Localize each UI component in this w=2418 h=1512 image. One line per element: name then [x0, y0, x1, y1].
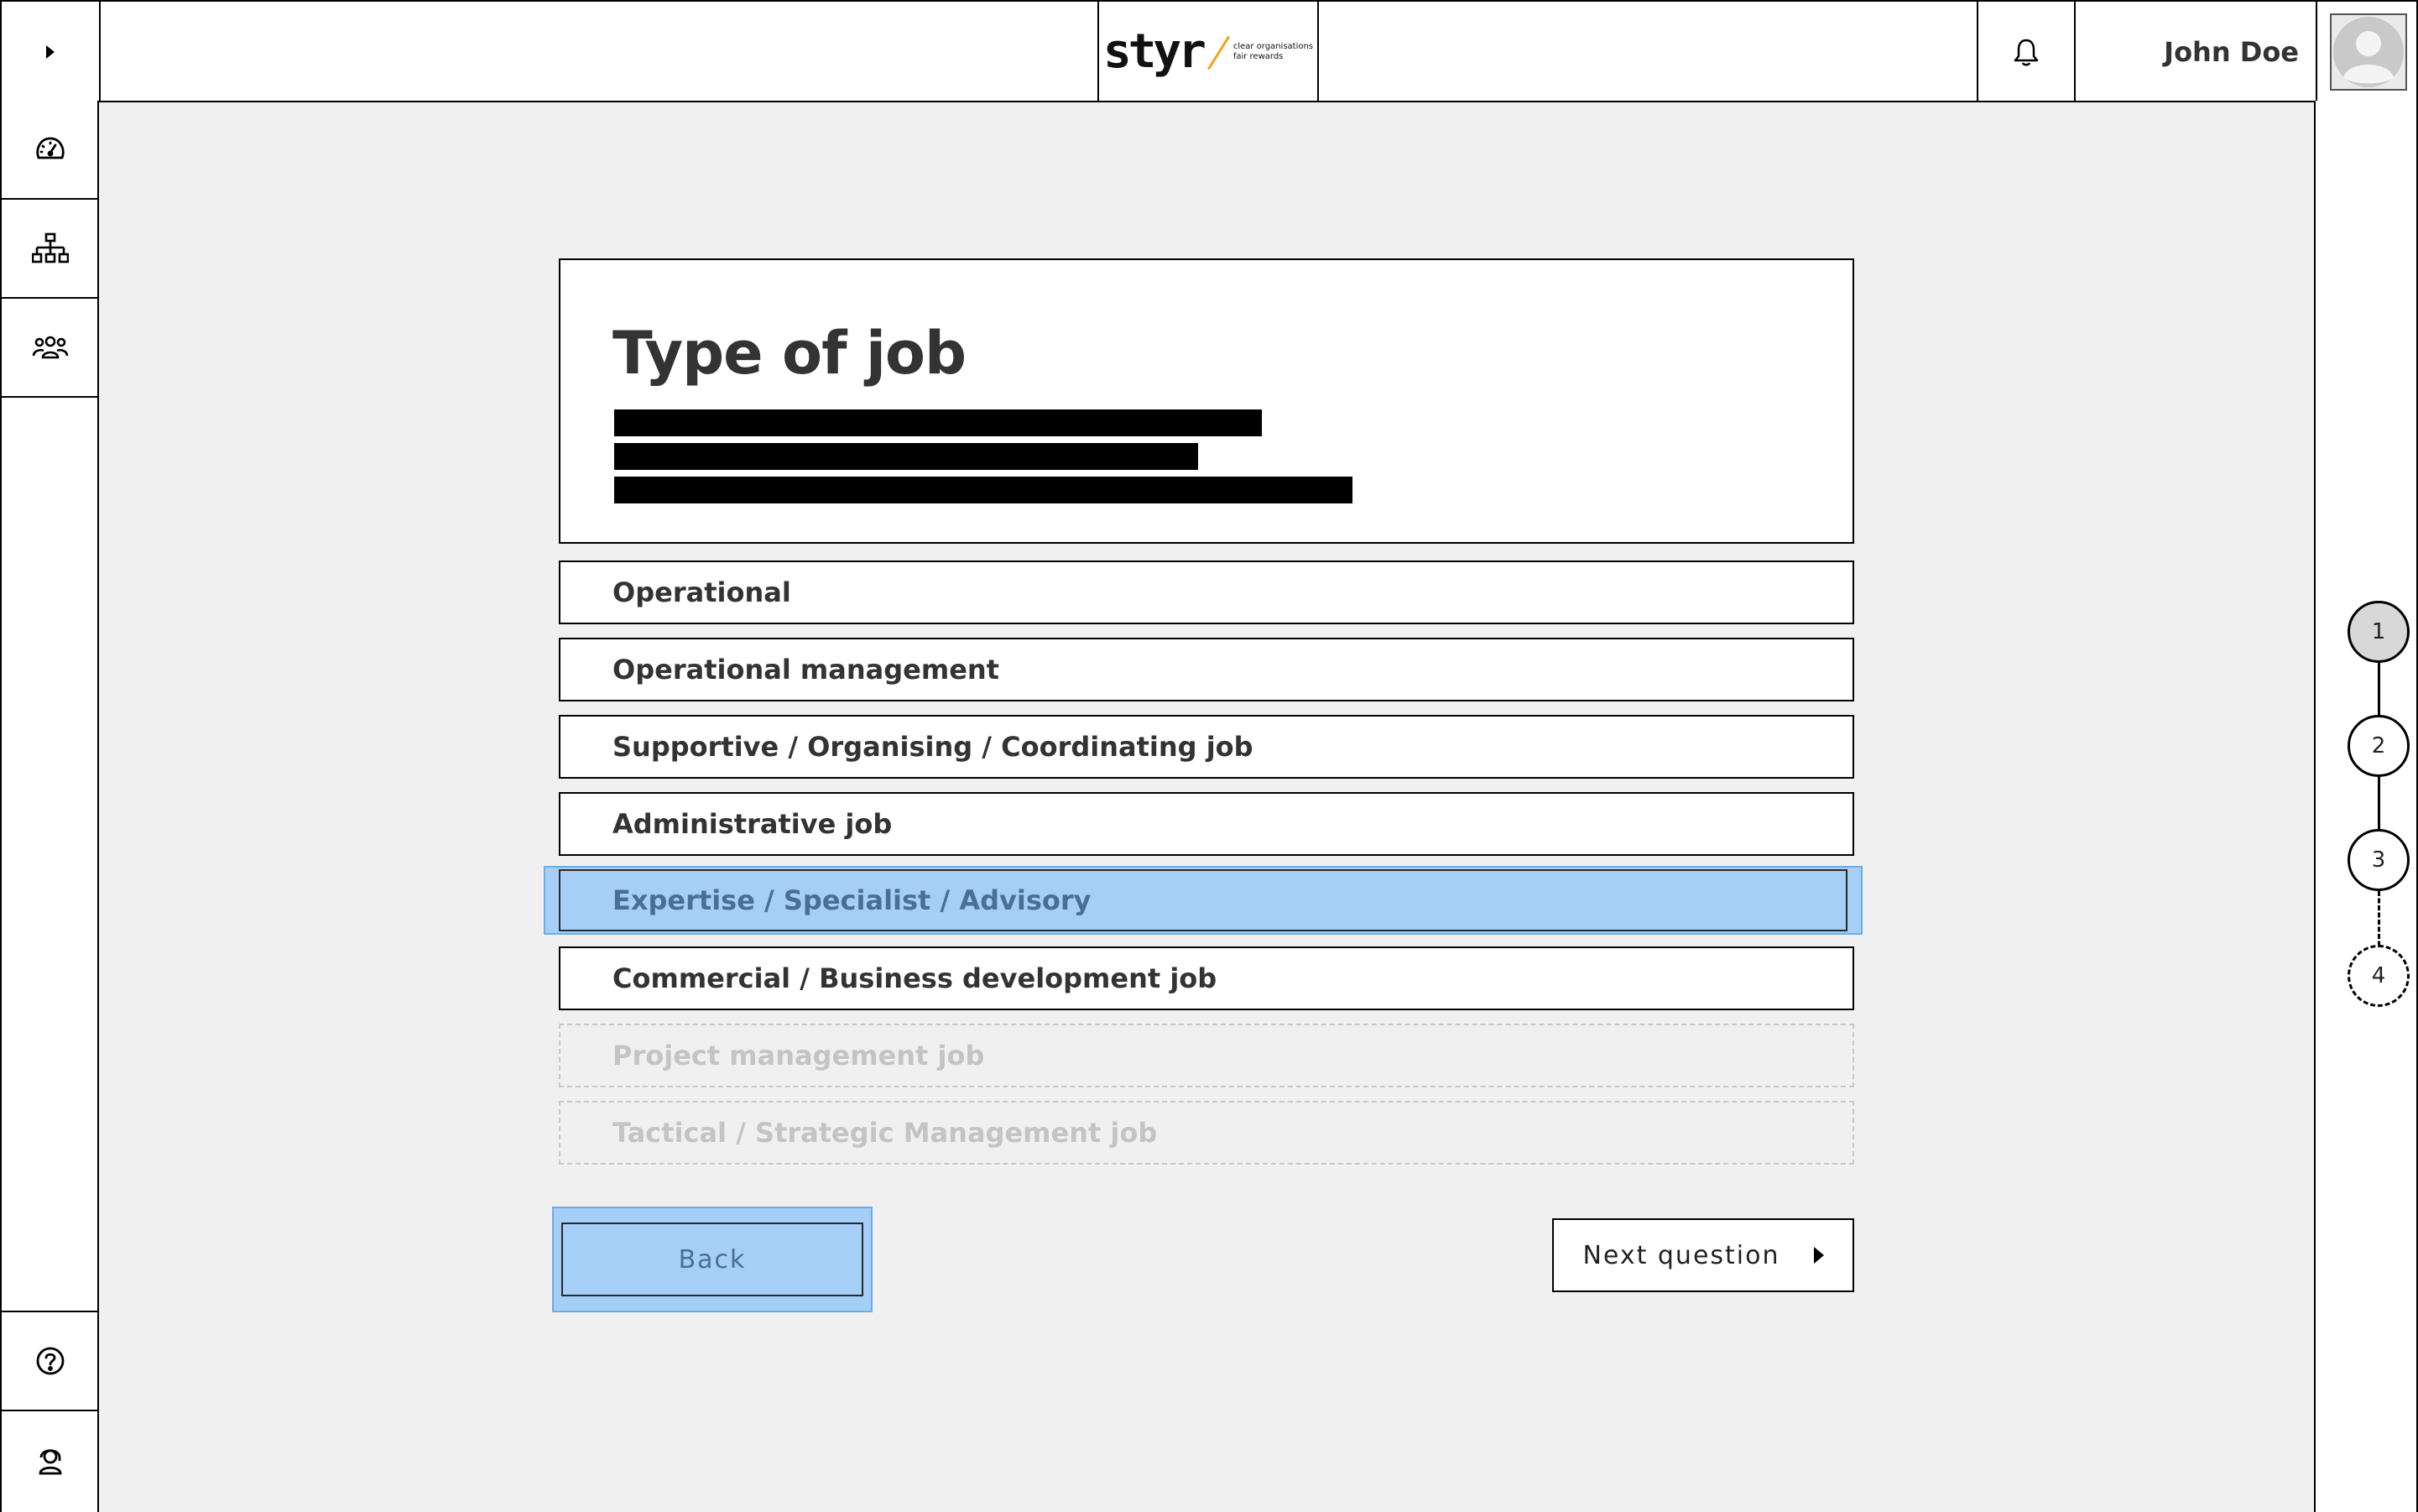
chevron-right-icon: [1813, 1247, 1824, 1264]
step-1[interactable]: 1: [2348, 601, 2410, 663]
sidebar-item-support[interactable]: [2, 1410, 99, 1509]
user-name[interactable]: John Doe: [2076, 2, 2316, 102]
redacted-description-line: [614, 477, 1352, 503]
expand-sidebar-button[interactable]: [2, 2, 101, 102]
top-bar: styr clear organisations fair rewards Jo…: [0, 0, 2418, 102]
next-question-label: Next question: [1582, 1240, 1780, 1270]
sidebar-item-dashboard[interactable]: [2, 101, 99, 200]
step-connector: [2378, 777, 2380, 831]
option-supportive-organising-coordinating[interactable]: Supportive / Organising / Coordinating j…: [559, 715, 1854, 779]
step-4[interactable]: 4: [2348, 945, 2410, 1007]
back-button-label: Back: [561, 1223, 863, 1296]
step-3[interactable]: 3: [2348, 829, 2410, 891]
notifications-button[interactable]: [1977, 2, 2076, 102]
org-chart-icon: [32, 232, 69, 263]
logo-tagline: clear organisations fair rewards: [1233, 42, 1313, 62]
back-button[interactable]: Back: [552, 1207, 873, 1312]
logo-tagline-line-1: clear organisations: [1232, 42, 1314, 51]
option-expertise-specialist-advisory[interactable]: Expertise / Specialist / Advisory: [544, 866, 1863, 935]
option-commercial-business-development[interactable]: Commercial / Business development job: [559, 946, 1854, 1010]
people-group-icon: [32, 336, 69, 359]
question-card: Type of job: [559, 258, 1854, 544]
sidebar: [0, 101, 99, 1512]
step-connector-pending: [2378, 891, 2380, 953]
logo-tagline-line-2: fair rewards: [1232, 52, 1284, 61]
next-question-button[interactable]: Next question: [1552, 1218, 1854, 1292]
user-avatar-button[interactable]: [2316, 2, 2418, 102]
user-avatar-icon: [2333, 17, 2404, 87]
dashboard-gauge-icon: [36, 137, 65, 159]
option-tactical-strategic-management: Tactical / Strategic Management job: [559, 1101, 1854, 1165]
chevron-right-icon: [46, 45, 55, 59]
page-title: Type of job: [612, 319, 967, 388]
help-icon: [36, 1347, 65, 1375]
bell-icon: [2014, 39, 2039, 66]
redacted-description-line: [614, 443, 1198, 470]
logo-slash-icon: [1208, 35, 1228, 69]
option-administrative[interactable]: Administrative job: [559, 792, 1854, 856]
avatar: [2330, 13, 2407, 91]
option-operational-management[interactable]: Operational management: [559, 638, 1854, 701]
styr-logo[interactable]: styr clear organisations fair rewards: [1097, 2, 1319, 102]
redacted-description-line: [614, 409, 1262, 436]
sidebar-item-organisation[interactable]: [2, 200, 99, 299]
progress-stepper: 1 2 3 4: [2314, 101, 2418, 1512]
sidebar-item-people[interactable]: [2, 299, 99, 398]
step-connector: [2378, 661, 2380, 715]
logo-wordmark: styr: [1102, 24, 1206, 79]
option-project-management: Project management job: [559, 1024, 1854, 1087]
step-2[interactable]: 2: [2348, 715, 2410, 777]
option-operational[interactable]: Operational: [559, 560, 1854, 624]
support-agent-icon: [39, 1449, 62, 1475]
sidebar-item-help[interactable]: [2, 1311, 99, 1410]
